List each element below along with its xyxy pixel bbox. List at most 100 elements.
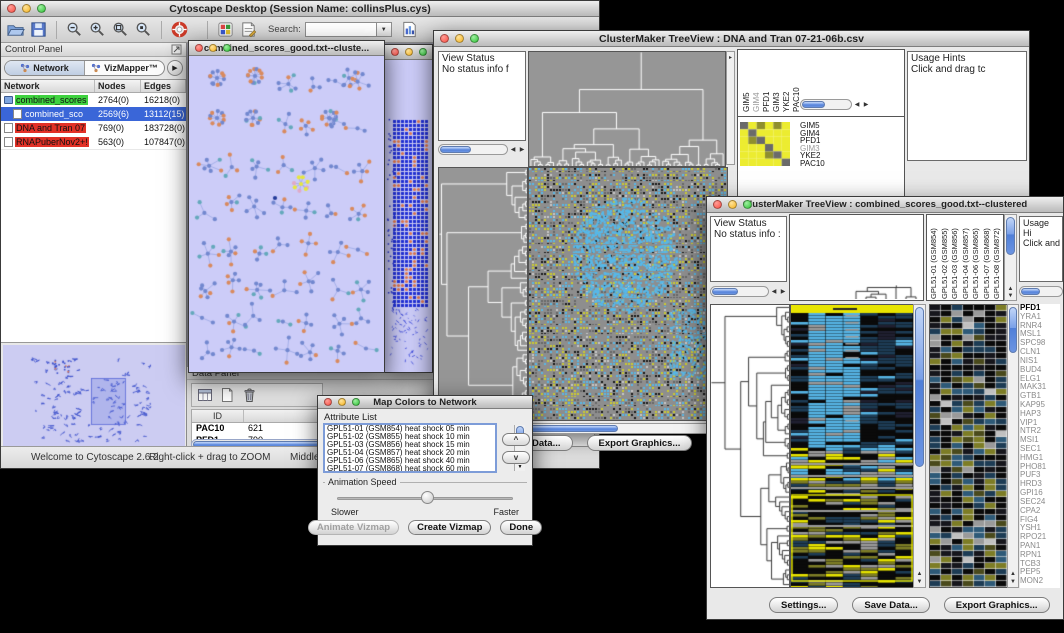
annotation-icon[interactable] bbox=[239, 20, 258, 39]
vizmap-icon[interactable] bbox=[216, 20, 235, 39]
view-status-scrollbar[interactable]: ◀ ▶ bbox=[710, 285, 787, 298]
scrollbar-thumb[interactable] bbox=[712, 288, 738, 295]
traffic-lights[interactable] bbox=[391, 48, 427, 56]
network-list-row[interactable]: RNAPuberNov2+! 563(0) 107847(0) bbox=[1, 135, 186, 149]
move-up-button[interactable]: ^ bbox=[502, 433, 530, 446]
treeview2-button[interactable]: Settings... bbox=[769, 597, 838, 613]
heatmap-vscrollbar[interactable]: ▲ ▼ bbox=[913, 304, 926, 588]
scrollbar-thumb[interactable] bbox=[915, 307, 924, 467]
traffic-lights[interactable] bbox=[324, 398, 360, 406]
scroll-down-icon[interactable]: ▼ bbox=[1008, 579, 1018, 585]
panel-tab[interactable]: VizMapper™ bbox=[85, 61, 164, 75]
scroll-down-icon[interactable]: ▼ bbox=[914, 579, 925, 585]
scrollbar-thumb[interactable] bbox=[1021, 288, 1040, 295]
zoom-button[interactable] bbox=[223, 44, 231, 52]
column-dendrogram-canvas[interactable] bbox=[528, 51, 726, 167]
dendrogram-vscroll[interactable]: ▸ bbox=[726, 51, 735, 165]
slider-thumb[interactable] bbox=[421, 491, 434, 504]
zoom-in-icon[interactable] bbox=[88, 20, 107, 39]
dialog-titlebar[interactable]: Map Colors to Network bbox=[318, 396, 532, 409]
panel-tab[interactable]: Network bbox=[5, 61, 85, 75]
similarity-matrix-canvas[interactable] bbox=[740, 122, 790, 166]
float-panel-icon[interactable] bbox=[171, 44, 182, 55]
scroll-up-icon[interactable]: ▲ bbox=[1005, 286, 1016, 292]
search-dropdown-button[interactable]: ▼ bbox=[377, 22, 392, 37]
open-folder-icon[interactable] bbox=[6, 20, 25, 39]
network-overview-canvas[interactable] bbox=[3, 345, 185, 446]
traffic-lights[interactable] bbox=[7, 4, 46, 13]
treeview2-button[interactable]: Save Data... bbox=[852, 597, 929, 613]
attribute-table-icon[interactable] bbox=[197, 387, 213, 403]
traffic-lights[interactable] bbox=[440, 34, 479, 43]
network-list-row[interactable]: combined_sco 2569(6) 13112(15) bbox=[1, 107, 186, 121]
usage-hints-scrollbar[interactable] bbox=[1019, 285, 1063, 298]
traffic-lights[interactable] bbox=[195, 44, 231, 52]
scroll-arrow-icon[interactable]: ▸ bbox=[727, 54, 734, 61]
minimize-button[interactable] bbox=[728, 200, 737, 209]
heatmap-canvas[interactable] bbox=[528, 167, 728, 421]
move-down-button[interactable]: v bbox=[502, 451, 530, 464]
scroll-right-icon[interactable]: ▶ bbox=[518, 146, 526, 153]
treeview2-titlebar[interactable]: ClusterMaker TreeView : combined_scores_… bbox=[707, 197, 1063, 213]
col-nodes[interactable]: Nodes bbox=[95, 80, 141, 92]
scrollbar-thumb[interactable] bbox=[802, 101, 825, 108]
close-button[interactable] bbox=[713, 200, 722, 209]
scroll-down-icon[interactable]: ▼ bbox=[515, 464, 525, 470]
zoom-selected-icon[interactable] bbox=[134, 20, 153, 39]
treeview1-button[interactable]: Export Graphics... bbox=[587, 435, 693, 451]
traffic-lights[interactable] bbox=[713, 200, 752, 209]
col-edges[interactable]: Edges bbox=[141, 80, 186, 92]
row-dendrogram-canvas[interactable] bbox=[438, 167, 528, 421]
gene-label[interactable]: MON2 bbox=[1020, 577, 1060, 586]
new-attribute-icon[interactable] bbox=[219, 387, 235, 403]
network-canvas[interactable] bbox=[189, 56, 384, 372]
tab-overflow-button[interactable]: ▶ bbox=[167, 60, 183, 76]
treeview1-titlebar[interactable]: ClusterMaker TreeView : DNA and Tran 07-… bbox=[434, 31, 1029, 47]
close-button[interactable] bbox=[391, 48, 399, 56]
genes-vscrollbar[interactable]: ▲ ▼ bbox=[1007, 304, 1019, 588]
col-network[interactable]: Network bbox=[1, 80, 95, 92]
scroll-left-icon[interactable]: ◀ bbox=[770, 288, 778, 295]
minimize-button[interactable] bbox=[209, 44, 217, 52]
scroll-down-icon[interactable]: ▼ bbox=[1005, 293, 1016, 299]
dialog-button[interactable]: Animate Vizmap bbox=[308, 520, 399, 535]
network-titlebar[interactable]: combined_scores_good.txt--cluste... bbox=[189, 41, 384, 56]
network-list-row[interactable]: combined_scores 2764(0) 16218(0) bbox=[1, 93, 186, 107]
search-input[interactable] bbox=[305, 22, 377, 37]
zoom-button[interactable] bbox=[37, 4, 46, 13]
close-button[interactable] bbox=[7, 4, 16, 13]
minimize-button[interactable] bbox=[405, 48, 413, 56]
matrix-hscrollbar[interactable]: ◀ ▶ bbox=[800, 98, 870, 111]
zoom-fit-icon[interactable] bbox=[111, 20, 130, 39]
network2-canvas[interactable] bbox=[385, 60, 432, 372]
zoom-heatmap-canvas[interactable] bbox=[929, 304, 1008, 588]
zoom-button[interactable] bbox=[470, 34, 479, 43]
scroll-left-icon[interactable]: ◀ bbox=[853, 101, 861, 108]
scroll-right-icon[interactable]: ▶ bbox=[862, 101, 870, 108]
treeview2-button[interactable]: Export Graphics... bbox=[944, 597, 1050, 613]
heatmap-canvas[interactable] bbox=[790, 304, 914, 588]
save-icon[interactable] bbox=[29, 20, 48, 39]
row-dendrogram-canvas[interactable] bbox=[710, 304, 790, 588]
close-button[interactable] bbox=[440, 34, 449, 43]
attribute-list-vscrollbar[interactable]: ▲ ▼ bbox=[514, 425, 525, 471]
scroll-left-icon[interactable]: ◀ bbox=[509, 146, 517, 153]
scrollbar-thumb[interactable] bbox=[1009, 307, 1017, 353]
minimize-button[interactable] bbox=[22, 4, 31, 13]
attribute-browser-icon[interactable] bbox=[400, 20, 419, 39]
scroll-right-icon[interactable]: ▶ bbox=[779, 288, 787, 295]
help-lifering-icon[interactable] bbox=[170, 20, 189, 39]
zoom-out-icon[interactable] bbox=[65, 20, 84, 39]
heatmap-hscrollbar[interactable] bbox=[528, 422, 726, 435]
scrollbar-thumb[interactable] bbox=[440, 146, 471, 153]
view-status-scrollbar[interactable]: ◀ ▶ bbox=[438, 143, 526, 156]
zoom-button[interactable] bbox=[419, 48, 427, 56]
column-dendrogram-area[interactable] bbox=[789, 214, 924, 301]
attribute-list-item[interactable]: GPL51-07 (GSM868) heat shock 60 min bbox=[325, 465, 495, 473]
minimize-button[interactable] bbox=[455, 34, 464, 43]
col-id[interactable]: ID bbox=[192, 410, 244, 422]
scrollbar-thumb[interactable] bbox=[530, 425, 618, 432]
scrollbar-thumb[interactable] bbox=[1006, 217, 1015, 255]
dialog-button[interactable]: Create Vizmap bbox=[408, 520, 491, 535]
zoom-button[interactable] bbox=[352, 398, 360, 406]
